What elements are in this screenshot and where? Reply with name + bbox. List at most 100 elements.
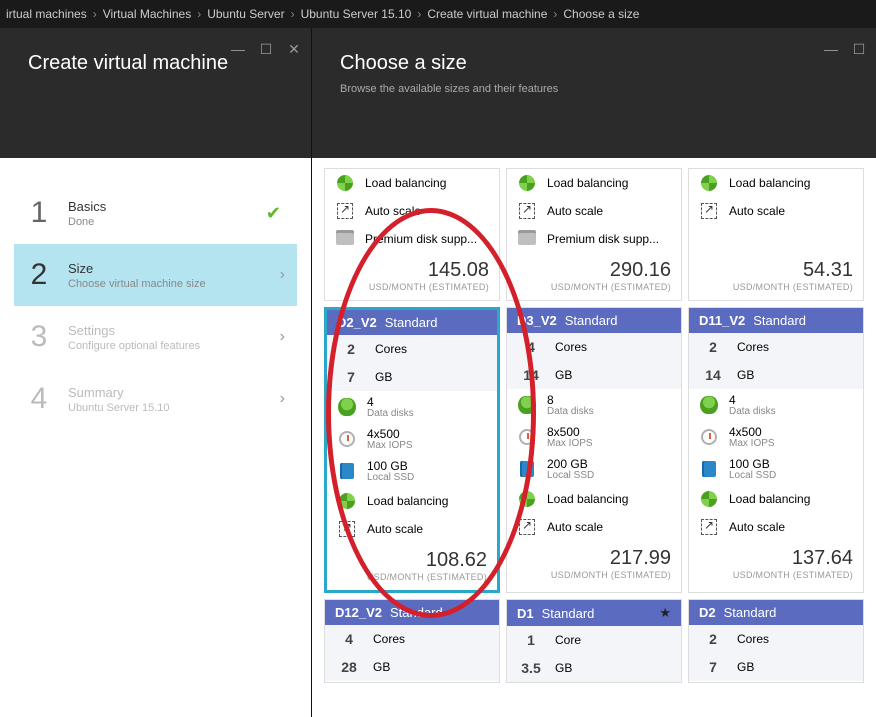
disk-icon bbox=[517, 395, 537, 415]
feature-label: Auto scale bbox=[729, 520, 853, 534]
feature-label: Load balancing bbox=[547, 492, 671, 506]
feature-label: Load balancing bbox=[729, 492, 853, 506]
wizard-steps: 1 Basics Done ✔ 2 Size Choose virtual ma… bbox=[0, 158, 311, 454]
price-unit: USD/MONTH (ESTIMATED) bbox=[337, 572, 487, 582]
size-card-d12-v2[interactable]: D12_V2Standard 4Cores 28GB bbox=[324, 599, 500, 683]
auto-scale-icon bbox=[517, 201, 537, 221]
size-sku: D11_V2 bbox=[699, 313, 745, 328]
size-card-d11-v2[interactable]: D11_V2Standard 2Cores 14GB 4Data disks 4… bbox=[688, 307, 864, 593]
maximize-icon[interactable]: ☐ bbox=[259, 42, 273, 56]
star-icon[interactable]: ★ bbox=[659, 605, 671, 621]
chevron-right-icon: › bbox=[417, 7, 421, 21]
breadcrumb-item[interactable]: Ubuntu Server 15.10 bbox=[301, 7, 412, 21]
cores-count: 4 bbox=[517, 339, 545, 355]
step-number: 3 bbox=[26, 320, 52, 354]
price: 217.99 bbox=[517, 547, 671, 570]
step-desc: Choose virtual machine size bbox=[68, 278, 264, 290]
load-balancing-icon bbox=[517, 173, 537, 193]
chevron-right-icon: › bbox=[291, 7, 295, 21]
price: 290.16 bbox=[517, 259, 671, 282]
size-tier: Standard bbox=[565, 313, 618, 328]
breadcrumb-item[interactable]: Choose a size bbox=[563, 7, 639, 21]
disks-count: 4 bbox=[729, 393, 736, 407]
load-balancing-icon bbox=[335, 173, 355, 193]
load-balancing-icon bbox=[517, 489, 537, 509]
size-sku: D3_V2 bbox=[517, 313, 557, 328]
size-card[interactable]: Load balancing Auto scale Premium disk s… bbox=[324, 168, 500, 301]
choose-size-panel: — ☐ Choose a size Browse the available s… bbox=[311, 28, 876, 717]
wizard-step-settings[interactable]: 3 Settings Configure optional features › bbox=[14, 306, 297, 368]
wizard-step-summary[interactable]: 4 Summary Ubuntu Server 15.10 › bbox=[14, 368, 297, 430]
chevron-right-icon: › bbox=[280, 266, 285, 284]
step-name: Basics bbox=[68, 199, 250, 214]
feature-label: Auto scale bbox=[547, 204, 671, 218]
disks-count: 4 bbox=[367, 395, 374, 409]
breadcrumb-item[interactable]: irtual machines bbox=[6, 7, 87, 21]
maximize-icon[interactable]: ☐ bbox=[852, 42, 866, 56]
price: 54.31 bbox=[699, 259, 853, 282]
ram-count: 14 bbox=[517, 367, 545, 383]
size-card-d3-v2[interactable]: D3_V2Standard 4Cores 14GB 8Data disks 8x… bbox=[506, 307, 682, 593]
minimize-icon[interactable]: — bbox=[824, 42, 838, 56]
price: 145.08 bbox=[335, 259, 489, 282]
ram-label: GB bbox=[737, 368, 853, 382]
minimize-icon[interactable]: — bbox=[231, 42, 245, 56]
wizard-step-size[interactable]: 2 Size Choose virtual machine size › bbox=[14, 244, 297, 306]
cores-count: 2 bbox=[337, 341, 365, 357]
auto-scale-icon bbox=[699, 517, 719, 537]
feature-label: Load balancing bbox=[367, 494, 487, 508]
size-grid: Load balancing Auto scale Premium disk s… bbox=[324, 168, 864, 683]
disks-label: Data disks bbox=[729, 407, 853, 417]
size-card[interactable]: Load balancing Auto scale 54.31USD/MONTH… bbox=[688, 168, 864, 301]
ram-count: 7 bbox=[699, 659, 727, 675]
iops-value: 4x500 bbox=[367, 427, 400, 441]
breadcrumb-item[interactable]: Virtual Machines bbox=[103, 7, 192, 21]
price: 108.62 bbox=[337, 549, 487, 572]
chevron-right-icon: › bbox=[280, 328, 285, 346]
disk-icon bbox=[337, 397, 357, 417]
step-name: Settings bbox=[68, 323, 264, 338]
feature-label: Auto scale bbox=[547, 520, 671, 534]
ssd-value: 200 GB bbox=[547, 457, 588, 471]
size-tier: Standard bbox=[753, 313, 806, 328]
ssd-value: 100 GB bbox=[729, 457, 770, 471]
close-icon[interactable]: ✕ bbox=[287, 42, 301, 56]
price-unit: USD/MONTH (ESTIMATED) bbox=[517, 282, 671, 292]
feature-label: Premium disk supp... bbox=[365, 232, 489, 246]
iops-icon bbox=[517, 427, 537, 447]
size-card-d2-v2[interactable]: D2_V2Standard 2Cores 7GB 4Data disks 4x5… bbox=[324, 307, 500, 593]
wizard-step-basics[interactable]: 1 Basics Done ✔ bbox=[14, 182, 297, 244]
step-name: Summary bbox=[68, 385, 264, 400]
load-balancing-icon bbox=[699, 173, 719, 193]
cores-label: Cores bbox=[373, 632, 489, 646]
ssd-label: Local SSD bbox=[547, 471, 671, 481]
panel-subtitle: Browse the available sizes and their fea… bbox=[340, 83, 848, 95]
price-unit: USD/MONTH (ESTIMATED) bbox=[517, 570, 671, 580]
cores-label: Core bbox=[555, 633, 671, 647]
size-tier: Standard bbox=[390, 605, 443, 620]
premium-disk-icon bbox=[335, 229, 355, 249]
step-number: 2 bbox=[26, 258, 52, 292]
auto-scale-icon bbox=[699, 201, 719, 221]
breadcrumb-item[interactable]: Ubuntu Server bbox=[207, 7, 284, 21]
size-card-d2[interactable]: D2Standard 2Cores 7GB bbox=[688, 599, 864, 683]
ram-label: GB bbox=[375, 370, 487, 384]
feature-label: Auto scale bbox=[729, 204, 853, 218]
step-desc: Configure optional features bbox=[68, 340, 264, 352]
auto-scale-icon bbox=[517, 517, 537, 537]
disk-icon bbox=[699, 395, 719, 415]
ssd-icon bbox=[337, 461, 357, 481]
ram-label: GB bbox=[737, 660, 853, 674]
cores-count: 1 bbox=[517, 632, 545, 648]
auto-scale-icon bbox=[335, 201, 355, 221]
size-card-d1[interactable]: D1Standard★ 1Core 3.5GB bbox=[506, 599, 682, 683]
size-card[interactable]: Load balancing Auto scale Premium disk s… bbox=[506, 168, 682, 301]
feature-label: Auto scale bbox=[365, 204, 489, 218]
breadcrumb-item[interactable]: Create virtual machine bbox=[427, 7, 547, 21]
size-sku: D12_V2 bbox=[335, 605, 382, 620]
ram-label: GB bbox=[555, 368, 671, 382]
premium-disk-icon bbox=[517, 229, 537, 249]
iops-value: 4x500 bbox=[729, 425, 762, 439]
chevron-right-icon: › bbox=[280, 390, 285, 408]
size-sku: D1 bbox=[517, 606, 534, 621]
